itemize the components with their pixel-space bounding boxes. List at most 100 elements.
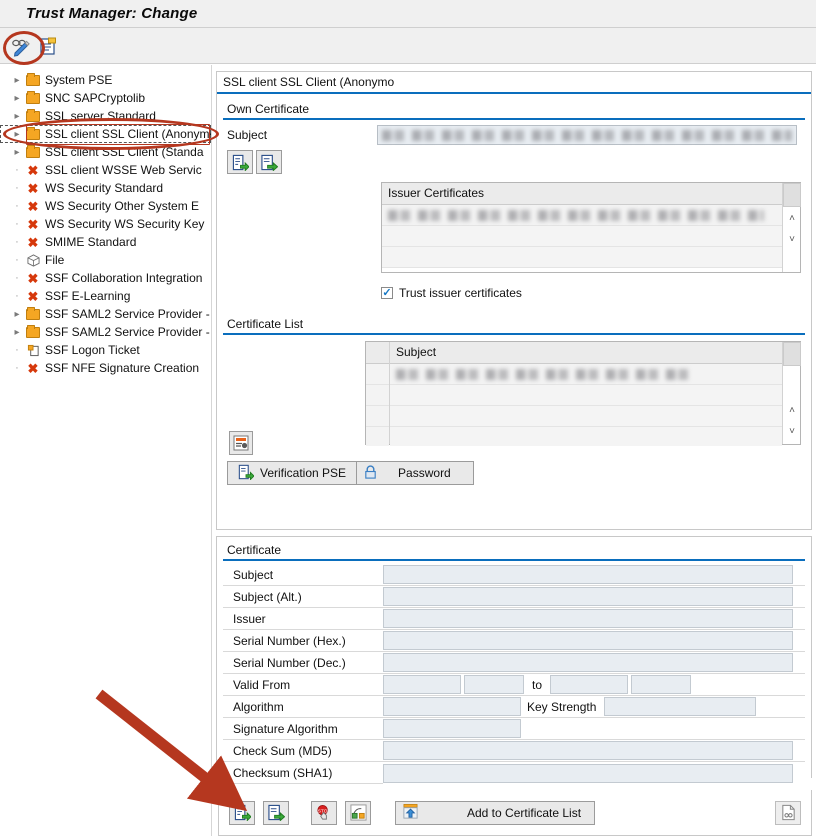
expand-chevron-icon[interactable]: ▸ xyxy=(10,129,24,140)
tree-item-label: SSF E-Learning xyxy=(45,289,131,303)
tree-item-snc-sapcryptolib[interactable]: ▸ SNC SAPCryptolib xyxy=(0,89,211,107)
tree-item-ws-security-standard[interactable]: · ✖ WS Security Standard xyxy=(0,179,211,197)
own-certificate-group-label: Own Certificate xyxy=(223,101,805,120)
issuer-list-scrollbar[interactable]: ˄ ˅ xyxy=(782,183,801,272)
tree-item-ssf-logon-ticket[interactable]: · SSF Logon Ticket xyxy=(0,341,211,359)
row-selector-column xyxy=(366,342,390,446)
tree-item-ssf-collaboration-integration[interactable]: · ✖ SSF Collaboration Integration xyxy=(0,269,211,287)
expand-chevron-icon[interactable]: ▸ xyxy=(10,327,24,338)
valid-from-row: Valid From to xyxy=(223,674,805,696)
subject-alt-field[interactable] xyxy=(383,587,793,606)
row-selector-cell[interactable] xyxy=(366,385,389,406)
window-title-bar: Trust Manager: Change xyxy=(0,0,816,28)
leaf-bullet-icon: · xyxy=(15,181,19,194)
tree-item-ssl-server-standard[interactable]: ▸ SSL server Standard xyxy=(0,107,211,125)
valid-from-date-field[interactable] xyxy=(383,675,461,694)
signature-algorithm-label: Signature Algorithm xyxy=(223,718,383,740)
certificate-path-icon[interactable] xyxy=(345,800,371,825)
expand-chevron-icon[interactable]: ▸ xyxy=(10,93,24,104)
valid-from-time-field[interactable] xyxy=(464,675,524,694)
tree-item-ssf-saml2-provider-2[interactable]: ▸ SSF SAML2 Service Provider - xyxy=(0,323,211,341)
issuer-field[interactable] xyxy=(383,609,793,628)
expand-chevron-icon[interactable]: ▸ xyxy=(10,309,24,320)
certificate-list-scrollbar[interactable]: ˄ ˅ xyxy=(782,342,801,444)
key-strength-field[interactable] xyxy=(604,697,757,716)
algorithm-field[interactable] xyxy=(383,697,521,716)
valid-from-label: Valid From xyxy=(223,674,383,696)
signature-algorithm-field[interactable] xyxy=(383,719,521,738)
expand-chevron-icon[interactable]: ▸ xyxy=(10,111,24,122)
serial-dec-value-cell xyxy=(383,652,805,674)
certificate-field-row: Serial Number (Hex.) xyxy=(223,630,805,652)
table-row[interactable] xyxy=(390,364,782,385)
pse-tree[interactable]: ▸ System PSE ▸ SNC SAPCryptolib ▸ SSL se… xyxy=(0,65,212,836)
subject-field[interactable] xyxy=(383,565,793,584)
issuer-value-cell xyxy=(383,608,805,630)
scroll-up-icon[interactable]: ˄ xyxy=(783,400,801,421)
expand-chevron-icon[interactable]: ▸ xyxy=(10,147,24,158)
scrollbar-thumb[interactable] xyxy=(783,183,801,207)
certificate-fields: Subject Subject (Alt.) Issuer Serial Num… xyxy=(223,564,805,784)
issuer-certificates-list[interactable]: Issuer Certificates ˄ ˅ xyxy=(381,182,801,273)
export-certificate-icon[interactable] xyxy=(256,150,282,174)
tree-item-ssl-client-anonymous[interactable]: ▸ SSL client SSL Client (Anonymo xyxy=(0,124,211,145)
tree-item-ws-security-key[interactable]: · ✖ WS Security WS Security Key xyxy=(0,215,211,233)
tree-item-file[interactable]: · File xyxy=(0,251,211,269)
revocation-list-icon[interactable]: STO xyxy=(311,800,337,825)
table-row[interactable] xyxy=(390,427,782,446)
table-row[interactable] xyxy=(390,406,782,427)
import-certificate-icon[interactable] xyxy=(227,150,253,174)
tree-item-ws-security-other-system[interactable]: · ✖ WS Security Other System E xyxy=(0,197,211,215)
certificate-list-table[interactable]: Subject ˄ ˅ xyxy=(365,341,801,446)
trust-issuer-certificates-row[interactable]: ✓ Trust issuer certificates xyxy=(381,286,801,300)
scroll-down-icon[interactable]: ˅ xyxy=(783,421,801,442)
tree-item-ssf-saml2-provider-1[interactable]: ▸ SSF SAML2 Service Provider - xyxy=(0,305,211,323)
certificate-info-icon[interactable] xyxy=(775,800,801,825)
expand-chevron-icon[interactable]: ▸ xyxy=(10,75,24,86)
verification-pse-button[interactable]: Verification PSE xyxy=(227,461,358,485)
tree-item-ssl-client-standard[interactable]: ▸ SSL client SSL Client (Standa xyxy=(0,143,211,161)
checksum-sha1-field[interactable] xyxy=(383,763,793,783)
list-item[interactable] xyxy=(382,247,782,268)
serial-hex-field[interactable] xyxy=(383,631,793,650)
row-selector-cell[interactable] xyxy=(366,406,389,427)
folder-icon xyxy=(24,108,42,122)
leaf-bullet-icon: · xyxy=(15,217,19,230)
x-mark-icon: ✖ xyxy=(27,360,39,376)
serial-dec-field[interactable] xyxy=(383,653,793,672)
subject-value-field[interactable] xyxy=(377,125,797,145)
trust-issuer-checkbox[interactable]: ✓ xyxy=(381,287,393,299)
show-certificate-list-icon[interactable] xyxy=(229,431,253,455)
valid-to-date-field[interactable] xyxy=(550,675,629,694)
algorithm-label: Algorithm xyxy=(223,696,383,718)
checksum-md5-value-cell xyxy=(383,740,805,762)
other-file-icon[interactable] xyxy=(36,34,60,58)
checksum-md5-field[interactable] xyxy=(383,741,793,760)
scroll-down-icon[interactable]: ˅ xyxy=(783,229,801,250)
add-to-certificate-list-button[interactable]: Add to Certificate List xyxy=(395,800,595,825)
import-certificate-icon[interactable] xyxy=(229,800,255,825)
scroll-up-icon[interactable]: ˄ xyxy=(783,208,801,229)
tree-item-label: SSL server Standard xyxy=(45,109,156,123)
export-certificate-icon[interactable] xyxy=(263,800,289,825)
display-change-icon[interactable] xyxy=(8,34,32,58)
table-row[interactable] xyxy=(390,385,782,406)
tree-item-system-pse[interactable]: ▸ System PSE xyxy=(0,71,211,89)
valid-to-time-field[interactable] xyxy=(631,675,692,694)
password-button[interactable]: Password xyxy=(357,461,474,485)
add-to-certificate-list-label: Add to Certificate List xyxy=(467,805,582,820)
row-selector-cell[interactable] xyxy=(366,427,389,446)
tree-item-ssl-client-wsse[interactable]: · ✖ SSL client WSSE Web Servic xyxy=(0,161,211,179)
scrollbar-thumb[interactable] xyxy=(783,342,801,366)
tree-item-ssf-nfe-signature-creation[interactable]: · ✖ SSF NFE Signature Creation xyxy=(0,359,211,377)
certificate-panel: Certificate Subject Subject (Alt.) Issue… xyxy=(216,536,812,784)
tree-item-smime-standard[interactable]: · ✖ SMIME Standard xyxy=(0,233,211,251)
folder-icon xyxy=(24,306,42,320)
tree-item-ssf-e-learning[interactable]: · ✖ SSF E-Learning xyxy=(0,287,211,305)
row-selector-cell[interactable] xyxy=(366,364,389,385)
list-item[interactable] xyxy=(382,205,782,226)
certificate-list-group-label: Certificate List xyxy=(223,316,805,335)
detail-pane: SSL client SSL Client (Anonymo Own Certi… xyxy=(212,65,816,836)
list-item[interactable] xyxy=(382,226,782,247)
algorithm-row: Algorithm Key Strength xyxy=(223,696,805,718)
